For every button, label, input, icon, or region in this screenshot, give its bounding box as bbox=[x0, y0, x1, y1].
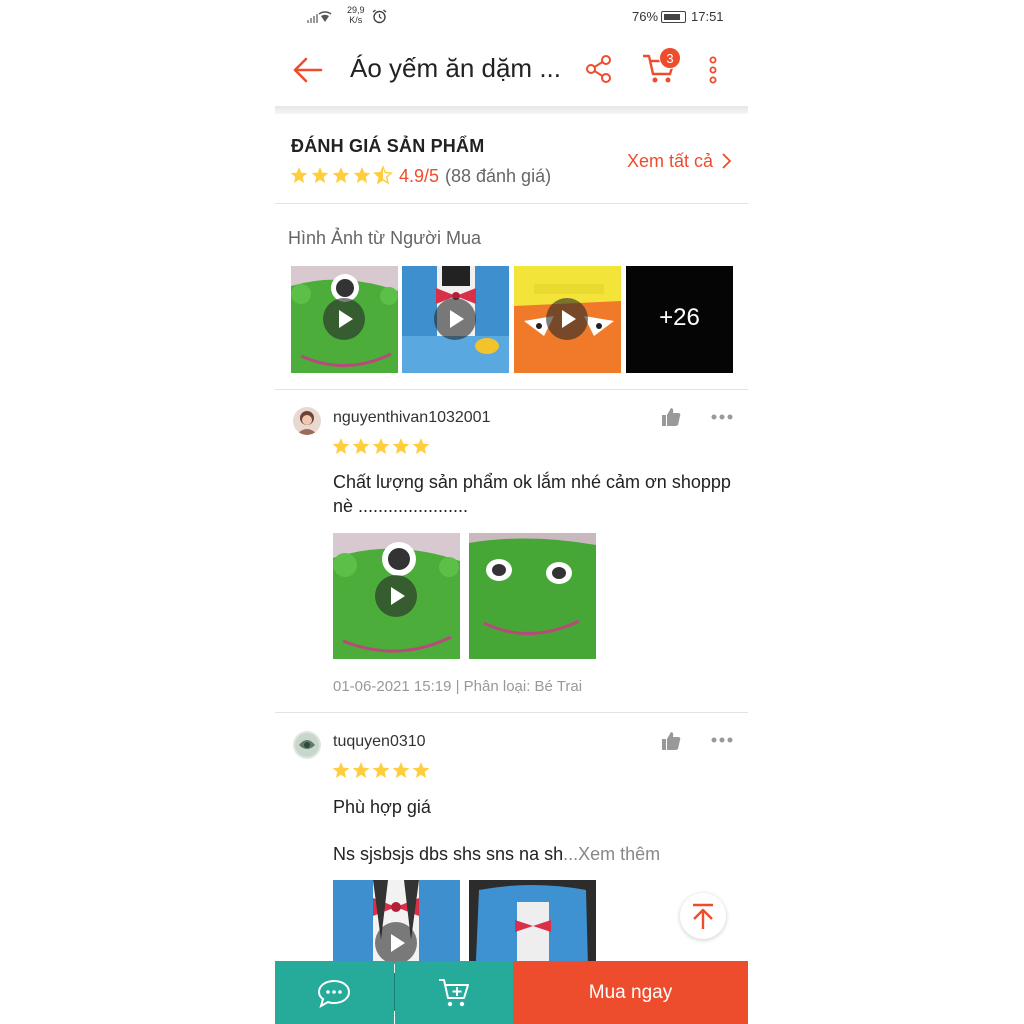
add-to-cart-icon bbox=[439, 979, 469, 1007]
battery-icon bbox=[661, 11, 686, 23]
review-stars bbox=[332, 762, 430, 778]
star-icon bbox=[332, 167, 350, 183]
header-shadow bbox=[275, 106, 748, 114]
review-image[interactable] bbox=[469, 533, 596, 659]
battery-percent: 76% bbox=[632, 9, 659, 24]
rating-count: (88 đánh giá) bbox=[445, 166, 552, 186]
star-icon bbox=[353, 167, 371, 183]
review-item: nguyenthivan1032001 Chất lượng sản phẩm … bbox=[275, 390, 748, 712]
review-item: tuquyen0310 Phù hợp giá Ns sjsbsjs dbs s… bbox=[275, 713, 748, 1006]
buyer-pics-more[interactable]: +26 bbox=[626, 266, 733, 373]
buyer-pics-title: Hình Ảnh từ Người Mua bbox=[288, 228, 481, 248]
review-meta: 01-06-2021 15:19 | Phân loại: Bé Trai bbox=[333, 678, 583, 695]
star-icon bbox=[311, 167, 329, 183]
rating-summary: ĐÁNH GIÁ SẢN PHẨM 4.9/5 (88 đánh giá) Xe… bbox=[275, 114, 748, 204]
review-text-line2: Ns sjsbsjs dbs shs sns na sh...Xem thêm bbox=[333, 842, 738, 866]
more-pics-count: +26 bbox=[659, 304, 700, 331]
app-header: Áo yếm ăn dặm ... 3 bbox=[275, 34, 748, 106]
more-horizontal-icon[interactable] bbox=[711, 414, 733, 420]
thumbs-up-icon[interactable] bbox=[661, 731, 681, 751]
cart-badge: 3 bbox=[659, 47, 681, 69]
avatar[interactable] bbox=[293, 731, 321, 759]
review-text-content: Ns sjsbsjs dbs shs sns na sh bbox=[333, 844, 564, 864]
buyer-video-thumb[interactable] bbox=[291, 266, 398, 373]
clock: 17:51 bbox=[691, 9, 724, 24]
chat-button[interactable] bbox=[275, 961, 394, 1024]
scroll-to-top-button[interactable] bbox=[680, 893, 726, 939]
app-screen: 29,9 K/s 76% 17:51 Áo yếm ăn dặm ... 3 Đ… bbox=[275, 0, 748, 1024]
arrow-up-icon bbox=[693, 903, 713, 929]
avatar[interactable] bbox=[293, 407, 321, 435]
avatar-image bbox=[295, 733, 319, 757]
frog-bib-image bbox=[469, 533, 596, 659]
network-speed-value: 29,9 bbox=[347, 5, 365, 15]
chat-icon bbox=[317, 979, 351, 1008]
signal-icon bbox=[307, 11, 332, 23]
play-icon[interactable] bbox=[434, 298, 476, 340]
half-star-icon bbox=[374, 166, 392, 184]
network-speed-unit: K/s bbox=[349, 15, 363, 25]
buy-now-button[interactable]: Mua ngay bbox=[513, 961, 748, 1024]
star-icon bbox=[290, 167, 308, 183]
review-text-line1: Phù hợp giá bbox=[333, 797, 431, 817]
network-speed: 29,9 K/s bbox=[347, 5, 365, 25]
play-icon[interactable] bbox=[323, 298, 365, 340]
review-username: tuquyen0310 bbox=[333, 733, 426, 750]
buyer-video-thumb[interactable] bbox=[402, 266, 509, 373]
back-arrow-icon[interactable] bbox=[291, 54, 323, 86]
rating-stars bbox=[290, 166, 392, 184]
review-stars bbox=[332, 438, 430, 454]
review-text: Chất lượng sản phẩm ok lắm nhé cảm ơn sh… bbox=[333, 472, 731, 516]
rating-score: 4.9/5 bbox=[399, 166, 440, 186]
more-vertical-icon[interactable] bbox=[709, 56, 717, 84]
page-title: Áo yếm ăn dặm ... bbox=[350, 53, 561, 83]
play-icon[interactable] bbox=[375, 922, 417, 964]
status-bar: 29,9 K/s 76% 17:51 bbox=[275, 0, 748, 34]
thumbs-up-icon[interactable] bbox=[661, 407, 681, 427]
bottom-action-bar: Mua ngay bbox=[275, 961, 748, 1024]
alarm-icon bbox=[372, 9, 387, 24]
avatar-image bbox=[296, 411, 318, 435]
view-all-link[interactable]: Xem tất cả bbox=[627, 151, 713, 172]
buyer-video-thumb[interactable] bbox=[514, 266, 621, 373]
see-more-link[interactable]: ...Xem thêm bbox=[563, 844, 660, 864]
add-to-cart-button[interactable] bbox=[395, 961, 513, 1024]
review-video[interactable] bbox=[333, 533, 460, 659]
chevron-right-icon[interactable] bbox=[720, 151, 732, 171]
play-icon[interactable] bbox=[546, 298, 588, 340]
play-icon[interactable] bbox=[375, 575, 417, 617]
rating-heading: ĐÁNH GIÁ SẢN PHẨM bbox=[291, 136, 485, 156]
more-horizontal-icon[interactable] bbox=[711, 737, 733, 743]
review-username: nguyenthivan1032001 bbox=[333, 409, 491, 426]
share-icon[interactable] bbox=[585, 54, 613, 84]
